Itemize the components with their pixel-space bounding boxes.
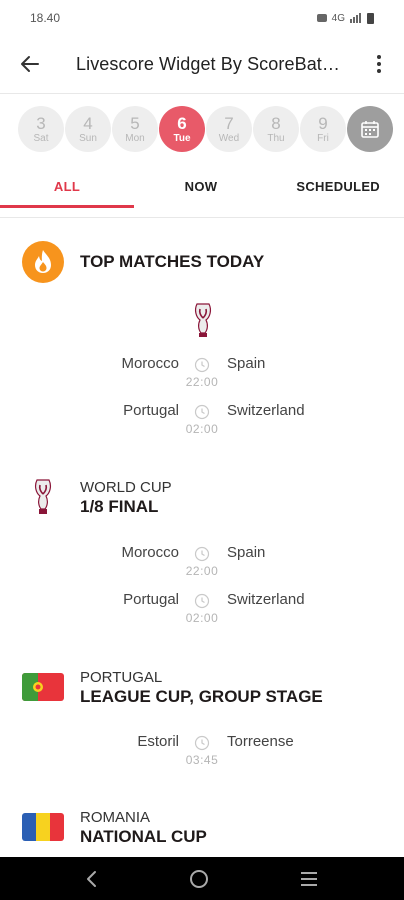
romania-flag-icon xyxy=(22,813,64,841)
day-chip-thu[interactable]: 8 Thu xyxy=(253,106,299,152)
kickoff-time: 02:00 xyxy=(185,422,219,436)
match-row[interactable]: Morocco Spain 22:00 xyxy=(0,544,404,584)
clock-icon xyxy=(194,593,210,609)
tabs-divider xyxy=(0,217,404,218)
status-icons: 4G xyxy=(316,12,374,24)
competition-name: NATIONAL CUP xyxy=(80,826,207,846)
network-type: 4G xyxy=(331,12,345,24)
kickoff-time: 03:45 xyxy=(185,753,219,767)
more-options-button[interactable] xyxy=(364,46,394,82)
app-bar-divider xyxy=(0,93,404,94)
portugal-flag-icon xyxy=(22,673,64,701)
clock-icon xyxy=(194,546,210,562)
home-team: Estoril xyxy=(137,733,179,750)
competition-header-world-cup[interactable]: WORLD CUP 1/8 FINAL xyxy=(22,476,172,518)
back-button[interactable] xyxy=(12,46,48,82)
competition-title: PORTUGAL LEAGUE CUP, GROUP STAGE xyxy=(80,669,323,706)
app-bar: Livescore Widget By ScoreBat… xyxy=(0,36,404,92)
day-number: 5 xyxy=(130,113,140,133)
top-matches-header: TOP MATCHES TODAY xyxy=(22,241,264,283)
day-number: 8 xyxy=(271,113,281,133)
status-time: 18.40 xyxy=(30,11,61,25)
day-selector: 3 Sat 4 Sun 5 Mon 6 Tue 7 Wed 8 Thu 9 Fr… xyxy=(18,106,398,152)
competition-title: ROMANIA NATIONAL CUP xyxy=(80,809,207,846)
home-team: Portugal xyxy=(123,402,179,419)
match-row[interactable]: Portugal Switzerland 02:00 xyxy=(0,591,404,631)
competition-country: ROMANIA xyxy=(80,808,151,826)
tab-all[interactable]: ALL xyxy=(0,166,134,210)
day-name: Tue xyxy=(173,132,191,144)
clock-icon xyxy=(194,357,210,373)
nav-back-icon[interactable] xyxy=(85,870,99,888)
clock-icon xyxy=(194,404,210,420)
nav-home-icon[interactable] xyxy=(189,869,209,889)
kickoff-time: 22:00 xyxy=(185,564,219,578)
day-number: 9 xyxy=(318,113,328,133)
day-name: Sun xyxy=(79,132,97,144)
competition-name: 1/8 FINAL xyxy=(80,496,159,516)
match-row[interactable]: Estoril Torreense 03:45 xyxy=(0,733,404,773)
fire-icon xyxy=(22,241,64,283)
day-chip-wed[interactable]: 7 Wed xyxy=(206,106,252,152)
competition-header-romania[interactable]: ROMANIA NATIONAL CUP xyxy=(22,806,207,848)
away-team: Switzerland xyxy=(227,591,305,608)
calendar-icon xyxy=(361,121,379,138)
day-number: 6 xyxy=(177,113,187,133)
signal-icon xyxy=(350,13,361,23)
world-cup-trophy-icon xyxy=(34,479,52,514)
calendar-button[interactable] xyxy=(347,106,393,152)
battery-icon xyxy=(367,12,374,24)
day-chip-sat[interactable]: 3 Sat xyxy=(18,106,64,152)
arrow-left-icon xyxy=(21,56,39,72)
day-chip-mon[interactable]: 5 Mon xyxy=(112,106,158,152)
filter-tabs: ALL NOW SCHEDULED xyxy=(0,166,404,210)
away-team: Torreense xyxy=(227,733,294,750)
competition-title: WORLD CUP 1/8 FINAL xyxy=(80,479,172,516)
day-number: 7 xyxy=(224,113,234,133)
away-team: Spain xyxy=(227,355,266,372)
world-cup-trophy-icon xyxy=(194,303,212,337)
kickoff-time: 02:00 xyxy=(185,611,219,625)
tab-scheduled[interactable]: SCHEDULED xyxy=(268,166,404,210)
day-chip-sun[interactable]: 4 Sun xyxy=(65,106,111,152)
competition-country: WORLD CUP xyxy=(80,478,172,496)
day-chip-fri[interactable]: 9 Fri xyxy=(300,106,346,152)
away-team: Switzerland xyxy=(227,402,305,419)
home-team: Morocco xyxy=(121,544,179,561)
app-title: Livescore Widget By ScoreBat… xyxy=(76,53,341,74)
day-number: 3 xyxy=(36,113,46,133)
day-name: Sat xyxy=(33,132,49,144)
nav-recents-icon[interactable] xyxy=(299,871,319,887)
home-team: Morocco xyxy=(121,355,179,372)
tab-now[interactable]: NOW xyxy=(134,166,268,210)
match-row[interactable]: Portugal Switzerland 02:00 xyxy=(0,402,404,442)
competition-name: LEAGUE CUP, GROUP STAGE xyxy=(80,686,323,706)
clock-icon xyxy=(194,735,210,751)
system-navigation-bar xyxy=(0,857,404,900)
competition-country: PORTUGAL xyxy=(80,668,163,686)
game-controller-icon xyxy=(316,14,327,22)
day-name: Mon xyxy=(125,132,145,144)
kickoff-time: 22:00 xyxy=(185,375,219,389)
competition-header-portugal[interactable]: PORTUGAL LEAGUE CUP, GROUP STAGE xyxy=(22,666,323,708)
day-name: Thu xyxy=(267,132,285,144)
section-title: TOP MATCHES TODAY xyxy=(80,252,265,271)
day-chip-tue[interactable]: 6 Tue xyxy=(159,106,205,152)
more-vert-icon xyxy=(377,55,381,73)
day-name: Wed xyxy=(218,132,240,144)
status-bar: 18.40 4G xyxy=(0,0,404,36)
day-name: Fri xyxy=(317,132,329,144)
home-team: Portugal xyxy=(123,591,179,608)
day-number: 4 xyxy=(83,113,93,133)
match-row[interactable]: Morocco Spain 22:00 xyxy=(0,355,404,395)
away-team: Spain xyxy=(227,544,266,561)
